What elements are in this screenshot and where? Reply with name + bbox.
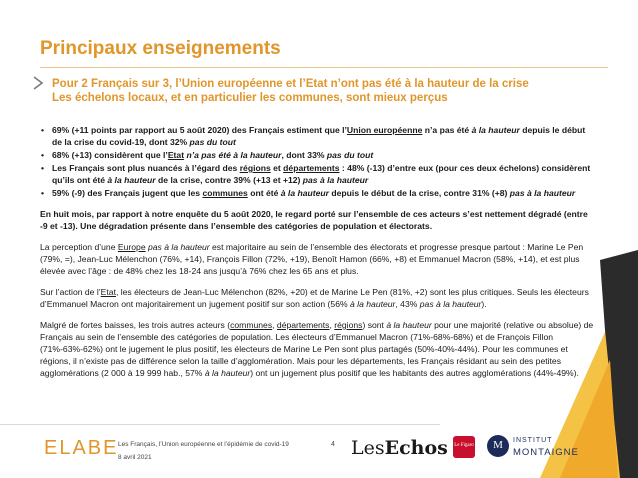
lesechos-logo: LesEchos [351, 437, 448, 459]
institut-montaigne-name: MONTAIGNE [513, 447, 579, 458]
footer-study-title: Les Français, l’Union européenne et l’ép… [118, 441, 289, 448]
subtitle-line-1: Pour 2 Français sur 3, l’Union européenn… [52, 78, 529, 90]
finding-state: 68% (+13) considèrent que l’Etat n’a pas… [40, 149, 596, 161]
key-findings-list: 69% (+11 points par rapport au 5 août 20… [40, 124, 596, 199]
subtitle-line-2: Les échelons locaux, et en particulier l… [52, 92, 448, 104]
finding-communes: 59% (-9) des Français jugent que les com… [40, 187, 596, 199]
paragraph-europe: La perception d’une Europe pas à la haut… [40, 242, 584, 276]
footer-date: 8 avril 2021 [118, 454, 152, 461]
slide: Principaux enseignements Pour 2 Français… [0, 0, 638, 478]
elabe-logo: ELABE [44, 437, 119, 459]
subtitle: Pour 2 Français sur 3, l’Union européenn… [52, 77, 592, 105]
footer-divider [0, 424, 440, 425]
institut-montaigne-institut: INSTITUT [513, 437, 553, 444]
body-content: 69% (+11 points par rapport au 5 août 20… [40, 124, 596, 379]
paragraph-trend: En huit mois, par rapport à notre enquêt… [40, 209, 588, 231]
lefigaro-logo-text: Le Figaro [454, 443, 474, 448]
paragraph-state: Sur l’action de l’Etat, les électeurs de… [40, 287, 589, 309]
finding-regions: Les Français sont plus nuancés à l’égard… [40, 162, 596, 186]
paragraph-local: Malgré de fortes baisses, les trois autr… [40, 320, 594, 378]
institut-montaigne-letter: M [493, 439, 503, 451]
finding-eu: 69% (+11 points par rapport au 5 août 20… [40, 124, 596, 148]
title-divider [40, 67, 608, 68]
chevron-right-icon [33, 76, 44, 90]
page-number: 4 [331, 441, 335, 448]
page-title: Principaux enseignements [40, 38, 281, 59]
